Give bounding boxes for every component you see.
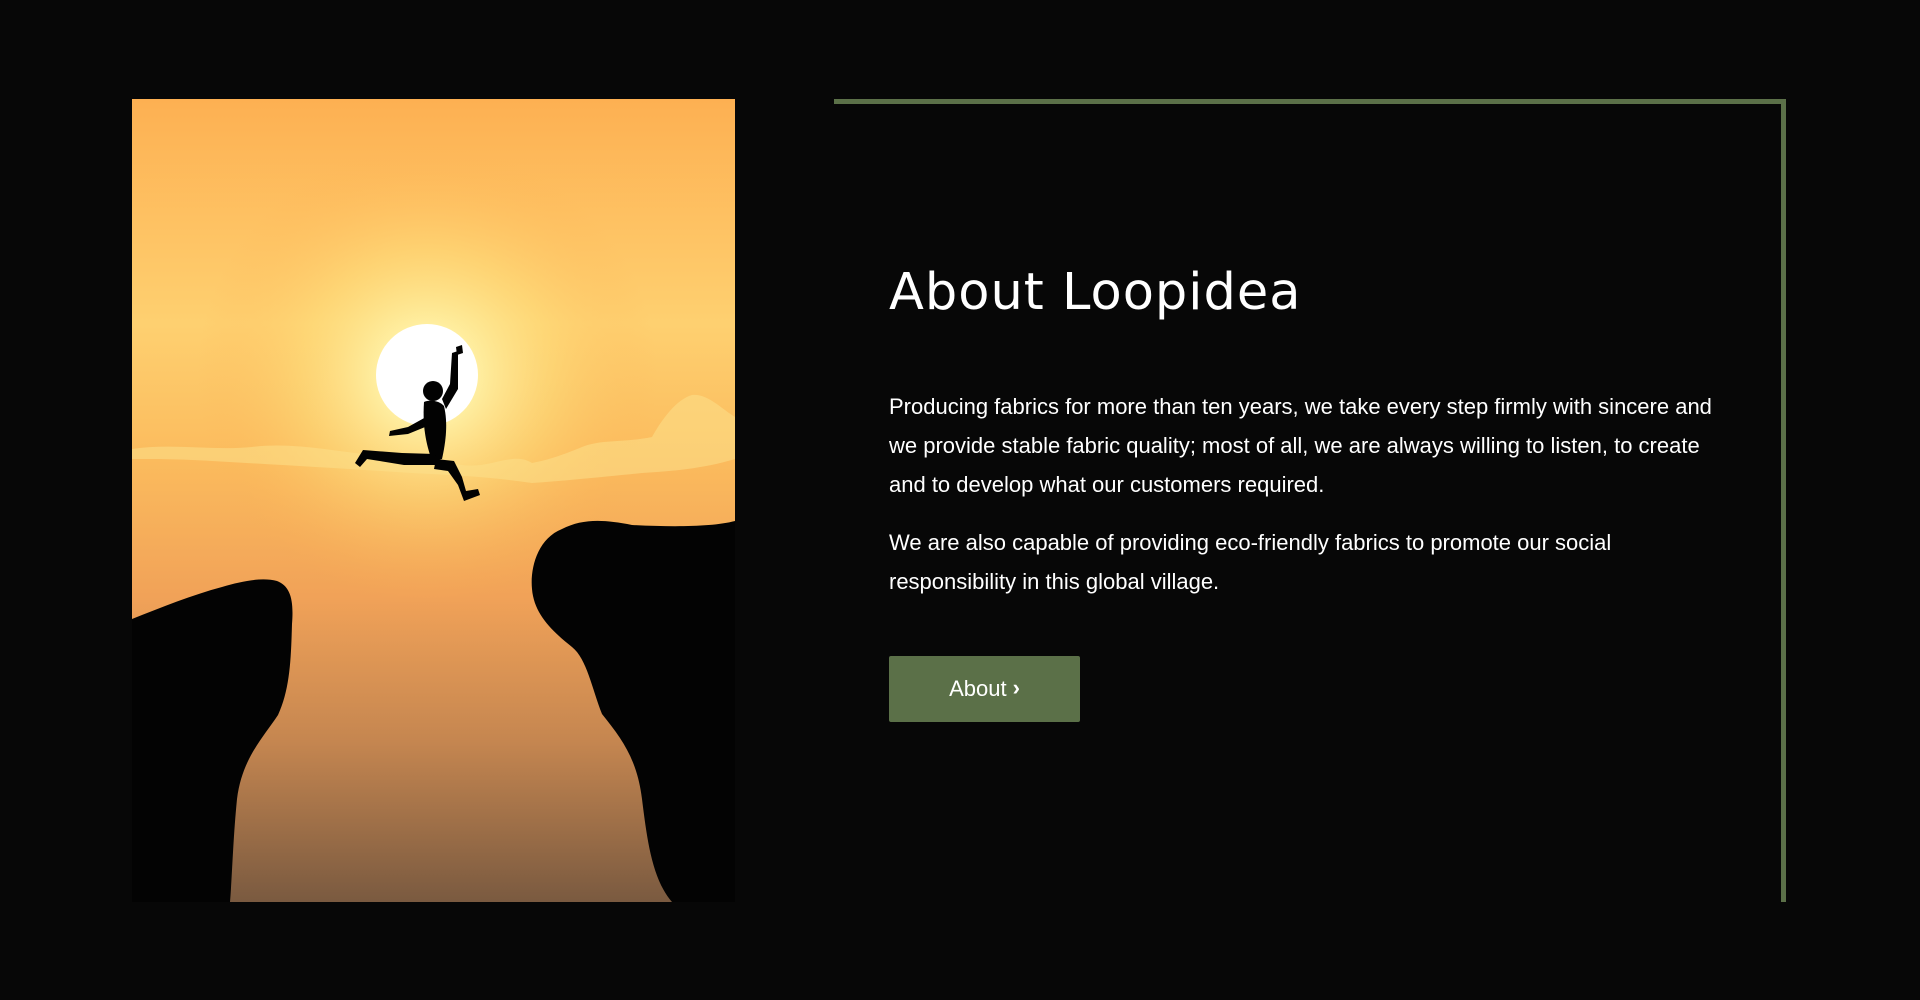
hero-photo [132, 99, 735, 902]
about-paragraph-1: Producing fabrics for more than ten year… [889, 394, 1712, 498]
about-button[interactable]: About › [889, 656, 1080, 723]
about-content: About Loopidea Producing fabrics for mor… [889, 262, 1739, 723]
about-button-label: About [949, 676, 1007, 702]
chevron-right-icon: › [1012, 675, 1020, 701]
about-section: About Loopidea Producing fabrics for mor… [0, 0, 1920, 1000]
page-title: About Loopidea [889, 263, 1302, 322]
about-paragraph-2: We are also capable of providing eco-fri… [889, 530, 1612, 595]
